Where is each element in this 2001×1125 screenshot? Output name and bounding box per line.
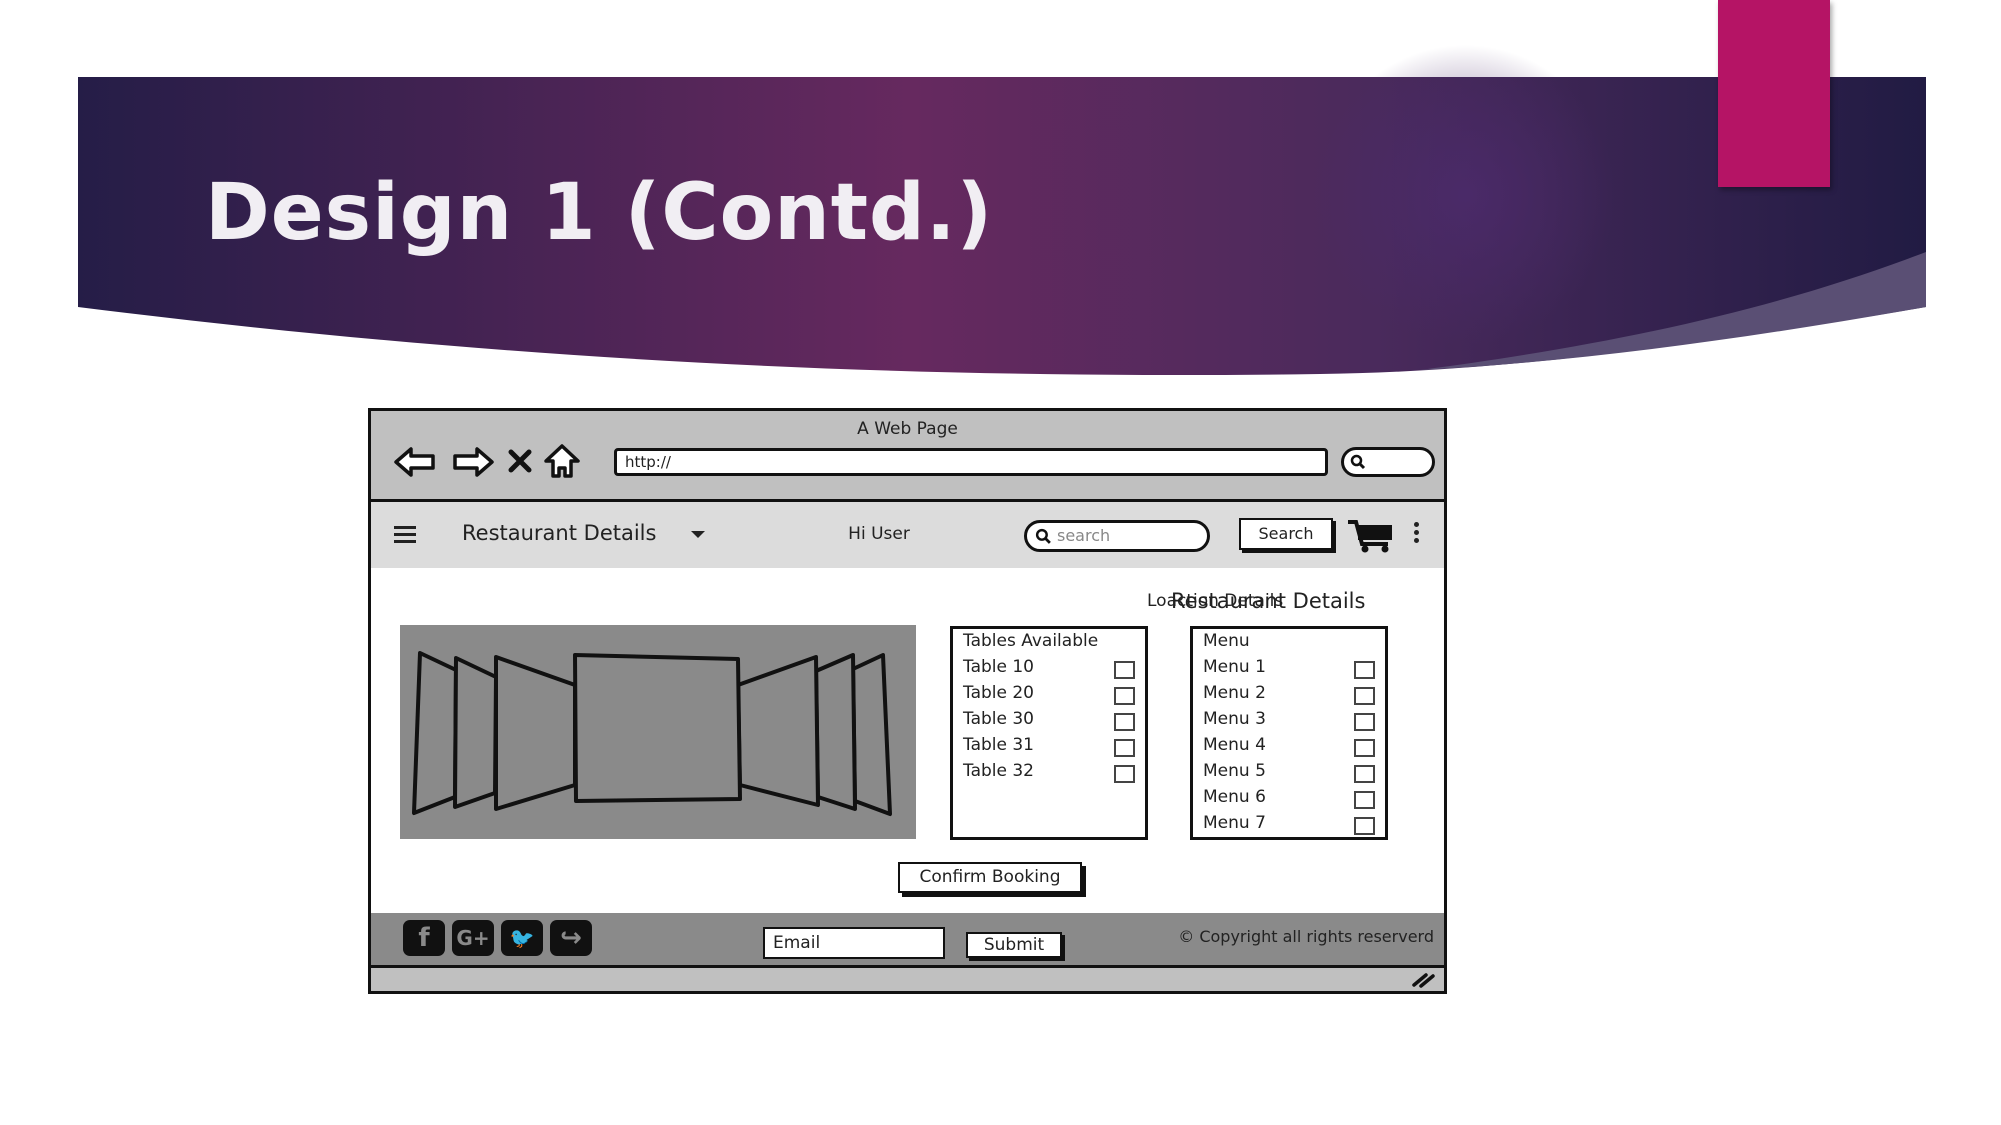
menu-checkbox[interactable] [1354, 687, 1375, 705]
menu-list: Menu Menu 1 Menu 2 Menu 3 Menu 4 Menu 5 … [1190, 626, 1388, 840]
search-placeholder: search [1057, 526, 1111, 545]
back-arrow-icon[interactable] [393, 446, 437, 478]
menu-label: Menu 6 [1203, 787, 1266, 807]
browser-toolbar: A Web Page http:// [371, 411, 1444, 502]
menu-label: Menu 7 [1203, 813, 1266, 833]
nav-title-dropdown[interactable]: Restaurant Details [462, 521, 656, 545]
menu-checkbox[interactable] [1354, 791, 1375, 809]
url-bar[interactable]: http:// [614, 448, 1328, 476]
menu-label: Menu 2 [1203, 683, 1266, 703]
browser-wireframe: A Web Page http:// Restaurant Details Hi… [368, 408, 1447, 994]
copyright-text: © Copyright all rights reserverd [1178, 927, 1434, 946]
menu-checkbox[interactable] [1354, 713, 1375, 731]
list-item[interactable]: Table 10 [963, 657, 1135, 683]
menu-list-header: Menu [1203, 631, 1250, 651]
list-item[interactable]: Menu 7 [1203, 813, 1375, 839]
list-item[interactable]: Menu 1 [1203, 657, 1375, 683]
list-item[interactable]: Table 20 [963, 683, 1135, 709]
cover-flow-image-icon [412, 651, 892, 816]
site-search-input[interactable]: search [1024, 520, 1210, 552]
search-icon [1035, 528, 1051, 544]
table-label: Table 32 [963, 761, 1034, 781]
table-checkbox[interactable] [1114, 713, 1135, 731]
tables-available-list: Tables Available Table 10 Table 20 Table… [950, 626, 1148, 840]
menu-label: Menu 5 [1203, 761, 1266, 781]
menu-checkbox[interactable] [1354, 739, 1375, 757]
email-input[interactable]: Email [763, 927, 945, 959]
search-icon [1350, 454, 1366, 470]
site-navbar: Restaurant Details Hi User search Search [371, 502, 1444, 568]
user-greeting: Hi User [848, 524, 910, 544]
accent-tab [1718, 0, 1830, 187]
list-item[interactable]: Table 30 [963, 709, 1135, 735]
hamburger-menu-icon[interactable] [394, 526, 416, 544]
twitter-icon[interactable]: 🐦 [501, 920, 543, 956]
home-icon[interactable] [543, 443, 581, 479]
menu-label: Menu 4 [1203, 735, 1266, 755]
resize-grip-icon[interactable] [1410, 970, 1436, 988]
menu-label: Menu 3 [1203, 709, 1266, 729]
search-button[interactable]: Search [1239, 518, 1333, 550]
list-item[interactable]: Menu 3 [1203, 709, 1375, 735]
submit-button[interactable]: Submit [966, 932, 1062, 958]
google-plus-icon[interactable]: G+ [452, 920, 494, 956]
share-icon[interactable]: ↪ [550, 920, 592, 956]
list-item[interactable]: Menu 5 [1203, 761, 1375, 787]
more-options-icon[interactable] [1414, 522, 1420, 546]
list-item[interactable]: Menu 6 [1203, 787, 1375, 813]
close-x-icon[interactable] [508, 449, 532, 473]
slide-title: Design 1 (Contd.) [205, 168, 994, 258]
tables-list-header: Tables Available [963, 631, 1099, 651]
table-checkbox[interactable] [1114, 739, 1135, 757]
list-item[interactable]: Menu 4 [1203, 735, 1375, 761]
menu-checkbox[interactable] [1354, 817, 1375, 835]
list-item[interactable]: Menu 2 [1203, 683, 1375, 709]
site-footer: f G+ 🐦 ↪ Email Submit © Copyright all ri… [371, 913, 1444, 968]
menu-checkbox[interactable] [1354, 661, 1375, 679]
table-checkbox[interactable] [1114, 661, 1135, 679]
menu-checkbox[interactable] [1354, 765, 1375, 783]
table-label: Table 31 [963, 735, 1034, 755]
confirm-booking-button[interactable]: Confirm Booking [898, 862, 1082, 893]
table-checkbox[interactable] [1114, 765, 1135, 783]
table-checkbox[interactable] [1114, 687, 1135, 705]
forward-arrow-icon[interactable] [451, 446, 495, 478]
browser-search-field[interactable] [1341, 447, 1435, 477]
shopping-cart-icon[interactable] [1346, 518, 1396, 554]
facebook-icon[interactable]: f [403, 920, 445, 956]
browser-page-title: A Web Page [857, 419, 958, 439]
table-label: Table 20 [963, 683, 1034, 703]
table-label: Table 30 [963, 709, 1034, 729]
menu-label: Menu 1 [1203, 657, 1266, 677]
browser-status-bar [371, 968, 1444, 991]
location-details-link[interactable]: Loaction Details [1147, 591, 1283, 611]
image-carousel[interactable] [400, 625, 916, 839]
table-label: Table 10 [963, 657, 1034, 677]
chevron-down-icon[interactable] [691, 531, 705, 538]
list-item[interactable]: Table 32 [963, 761, 1135, 787]
list-item[interactable]: Table 31 [963, 735, 1135, 761]
